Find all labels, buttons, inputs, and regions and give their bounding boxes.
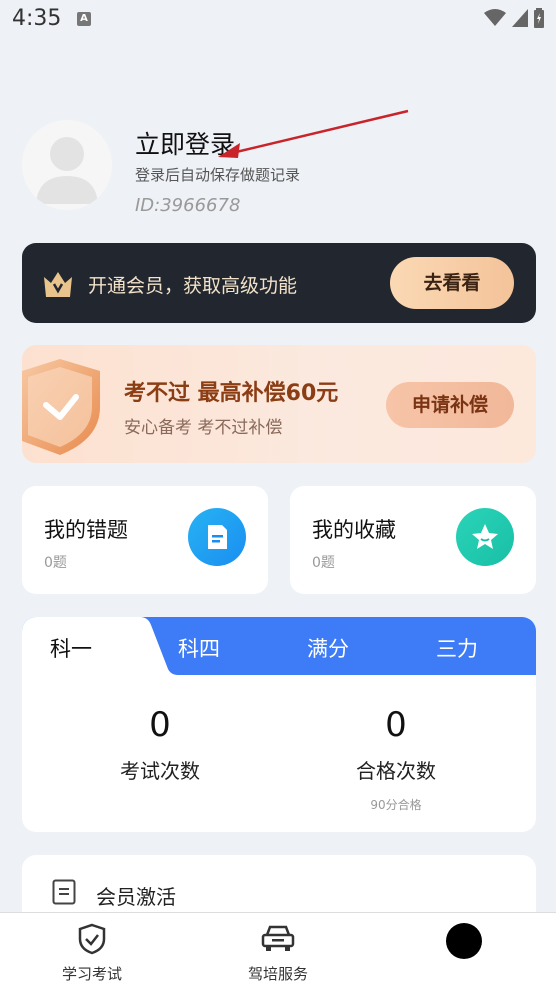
tab-subject-one[interactable]: 科一 (50, 633, 92, 663)
compensation-title: 考不过 最高补偿60元 (124, 381, 339, 406)
document-outline-icon (52, 879, 76, 905)
wrong-questions-count: 0题 (44, 555, 67, 571)
tab-full-score[interactable]: 满分 (307, 633, 349, 663)
tab-subject-four[interactable]: 科四 (178, 633, 220, 663)
view-vip-button[interactable]: 去看看 (390, 257, 514, 309)
vip-banner-text: 开通会员，获取高级功能 (88, 275, 298, 297)
pass-score-note: 90分合格 (370, 798, 422, 812)
star-icon (472, 524, 498, 549)
car-icon (261, 925, 295, 951)
nav-study-exam-label: 学习考试 (61, 965, 122, 983)
redacted-nav-item[interactable] (446, 923, 482, 959)
wrong-questions-icon (188, 508, 246, 566)
login-link[interactable]: 立即登录 (135, 125, 235, 161)
pass-count-label: 合格次数 (356, 759, 436, 783)
wifi-icon (484, 9, 506, 26)
profile-page: 4:35 A 立即登录 登录后自动保存做题记录 ID:3966678 开通会员，… (0, 0, 556, 990)
favorites-count: 0题 (312, 555, 335, 571)
battery-icon (534, 8, 544, 28)
nav-driving-service-label: 驾培服务 (247, 965, 308, 983)
system-icons (484, 8, 544, 28)
exam-count-label: 考试次数 (120, 759, 200, 783)
status-bar: 4:35 A (0, 0, 556, 40)
pass-count-value: 0 (385, 705, 407, 745)
compensation-banner[interactable]: 考不过 最高补偿60元 安心备考 考不过补偿 申请补偿 (22, 345, 536, 463)
login-subtitle: 登录后自动保存做题记录 (135, 166, 301, 184)
pass-count-stat: 0 合格次数 90分合格 (296, 705, 496, 813)
shield-check-icon (78, 923, 106, 955)
member-activation-label: 会员激活 (96, 885, 176, 909)
subject-tabbar: 科一 科四 满分 三力 (22, 617, 536, 675)
user-id: ID:3966678 (135, 195, 241, 216)
wrong-questions-card[interactable]: 我的错题 0题 (22, 486, 268, 594)
document-icon (208, 525, 227, 549)
shield-check-icon (22, 359, 100, 455)
favorites-title: 我的收藏 (312, 518, 396, 542)
exam-stats-panel: 科一 科四 满分 三力 0 考试次数 0 合格次数 90分合格 (22, 617, 536, 832)
exam-count-stat: 0 考试次数 (60, 705, 260, 784)
favorites-icon (456, 508, 514, 566)
crown-icon (44, 272, 72, 297)
nav-study-exam[interactable]: 学习考试 (22, 913, 162, 990)
tab-three-abilities[interactable]: 三力 (436, 633, 478, 663)
apply-compensation-button[interactable]: 申请补偿 (386, 382, 514, 428)
default-avatar-icon (22, 120, 112, 210)
favorites-card[interactable]: 我的收藏 0题 (290, 486, 536, 594)
nav-driving-service[interactable]: 驾培服务 (208, 913, 348, 990)
avatar[interactable] (22, 120, 112, 210)
status-time: 4:35 (12, 6, 62, 31)
signal-icon (512, 9, 528, 27)
vip-banner[interactable]: 开通会员，获取高级功能 去看看 (22, 243, 536, 323)
compensation-subtitle: 安心备考 考不过补偿 (124, 418, 283, 438)
notification-icon: A (77, 12, 91, 26)
exam-count-value: 0 (149, 705, 171, 745)
wrong-questions-title: 我的错题 (44, 518, 128, 542)
